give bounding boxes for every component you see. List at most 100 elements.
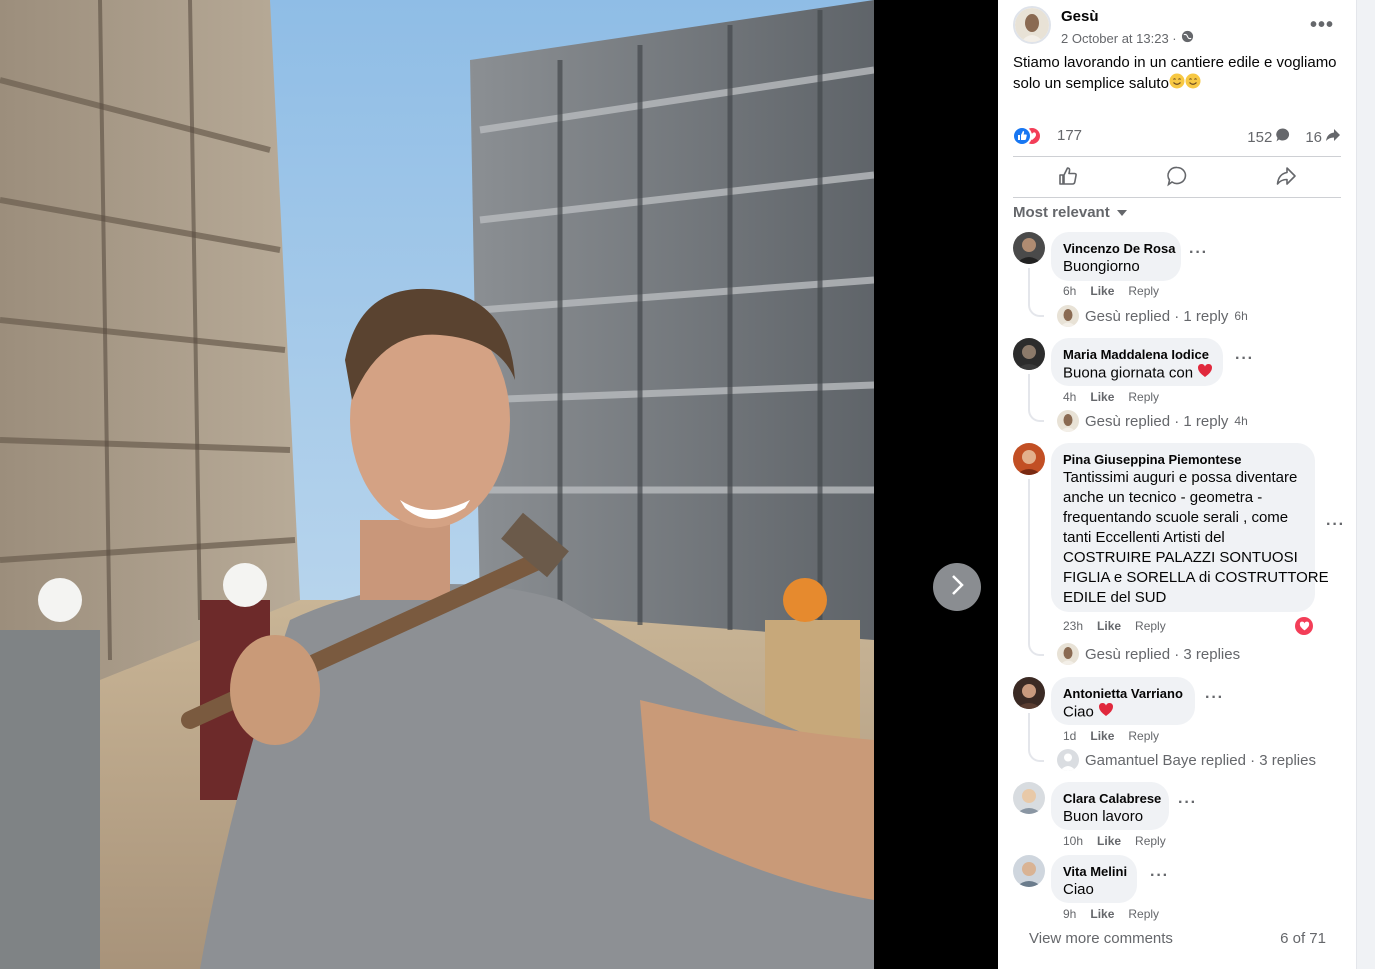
comment-like-link[interactable]: Like <box>1097 619 1121 633</box>
comment-options-button[interactable]: ··· <box>1189 244 1208 262</box>
comment-like-link[interactable]: Like <box>1097 834 1121 848</box>
comment-time[interactable]: 1d <box>1063 729 1076 743</box>
post-timestamp[interactable]: 2 October at 13:23 · <box>1061 31 1177 46</box>
comment-icon <box>1166 165 1188 192</box>
comment-options-button[interactable]: ··· <box>1326 516 1345 534</box>
comment-bubble: Antonietta Varriano Ciao <box>1051 677 1195 725</box>
commenter-avatar[interactable] <box>1013 782 1045 814</box>
thread-line <box>1028 713 1044 762</box>
comment-text-line: Tantissimi auguri e possa diventare <box>1063 469 1298 486</box>
commenter-avatar[interactable] <box>1013 677 1045 709</box>
comment-count[interactable]: 152 <box>1247 127 1291 147</box>
commenter-avatar[interactable] <box>1013 855 1045 887</box>
post-options-button[interactable]: ••• <box>1310 14 1334 37</box>
commenter-name[interactable]: Vincenzo De Rosa <box>1063 240 1175 257</box>
replier-avatar <box>1057 410 1079 432</box>
view-more-comments-link[interactable]: View more comments <box>1029 930 1173 947</box>
view-replies-link[interactable]: Gesù replied · 1 reply 6h <box>1057 305 1248 327</box>
comment-time[interactable]: 9h <box>1063 907 1076 921</box>
post-photo[interactable] <box>0 0 874 969</box>
red-heart-emoji-icon <box>1098 702 1114 723</box>
comment-time[interactable]: 23h <box>1063 619 1083 633</box>
comment-reply-link[interactable]: Reply <box>1135 619 1166 633</box>
like-button[interactable] <box>1053 163 1083 193</box>
share-count-value: 16 <box>1305 128 1322 146</box>
comment-meta: 4h Like Reply <box>1063 390 1159 404</box>
comment-text-line: FIGLIA e SORELLA di COSTRUTTORE <box>1063 569 1329 586</box>
comment-bubble: Vita Melini Ciao <box>1051 855 1137 903</box>
comment-reply-link[interactable]: Reply <box>1128 390 1159 404</box>
smiling-emoji-icon <box>1169 73 1185 95</box>
heart-reaction-icon[interactable] <box>1295 617 1313 635</box>
comment-text: Buon lavoro <box>1063 808 1144 825</box>
comment-options-button[interactable]: ··· <box>1205 689 1224 707</box>
comment-bubble: Maria Maddalena Iodice Buona giornata co… <box>1051 338 1223 386</box>
comment-sort-dropdown[interactable]: Most relevant <box>1013 204 1128 221</box>
divider <box>1013 156 1341 157</box>
comment-time[interactable]: 10h <box>1063 834 1083 848</box>
author-name[interactable]: Gesù <box>1061 8 1099 25</box>
commenter-name[interactable]: Pina Giuseppina Piemontese <box>1063 451 1303 468</box>
comment-like-link[interactable]: Like <box>1090 907 1114 921</box>
comment-text-line: tanti Eccellenti Artisti del <box>1063 529 1225 546</box>
comment-reply-link[interactable]: Reply <box>1128 907 1159 921</box>
comment-bubble: Vincenzo De Rosa Buongiorno <box>1051 232 1181 281</box>
replier-avatar <box>1057 305 1079 327</box>
comment-text-line: anche un tecnico - geometra - <box>1063 489 1263 506</box>
share-icon <box>1275 165 1297 192</box>
commenter-name[interactable]: Antonietta Varriano <box>1063 685 1183 702</box>
commenter-name[interactable]: Clara Calabrese <box>1063 790 1161 807</box>
comment-time[interactable]: 4h <box>1063 390 1076 404</box>
post-text: Stiamo lavorando in un cantiere edile e … <box>1013 53 1348 95</box>
comment-like-link[interactable]: Like <box>1090 729 1114 743</box>
thread-line <box>1028 268 1044 317</box>
commenter-avatar[interactable] <box>1013 338 1045 370</box>
comment-reply-link[interactable]: Reply <box>1128 284 1159 298</box>
view-replies-link[interactable]: Gesù replied · 1 reply 4h <box>1057 410 1248 432</box>
commenter-avatar[interactable] <box>1013 443 1045 475</box>
comment-meta: 10h Like Reply <box>1063 834 1166 848</box>
caret-down-icon <box>1116 204 1128 221</box>
divider <box>1013 197 1341 198</box>
reaction-count[interactable]: 177 <box>1057 127 1082 144</box>
comment-options-button[interactable]: ··· <box>1150 867 1169 885</box>
view-replies-link[interactable]: Gamantuel Baye replied · 3 replies <box>1057 749 1316 771</box>
thread-line <box>1028 374 1044 422</box>
post-meta: 2 October at 13:23 · <box>1061 30 1194 46</box>
comment-reply-link[interactable]: Reply <box>1135 834 1166 848</box>
comment-text-row: Buona giornata con <box>1063 363 1213 384</box>
replies-label: Gesù replied · 1 reply <box>1085 412 1229 430</box>
commenter-name[interactable]: Maria Maddalena Iodice <box>1063 346 1211 363</box>
post-side-panel: Gesù 2 October at 13:23 · ••• Stiamo lav… <box>998 0 1356 969</box>
comment-meta: 9h Like Reply <box>1063 907 1159 921</box>
commenter-avatar[interactable] <box>1013 232 1045 264</box>
comment-options-button[interactable]: ··· <box>1178 794 1197 812</box>
comment-like-link[interactable]: Like <box>1090 390 1114 404</box>
share-count[interactable]: 16 <box>1305 127 1341 147</box>
comment-meta: 1d Like Reply <box>1063 729 1159 743</box>
view-replies-link[interactable]: Gesù replied · 3 replies <box>1057 643 1240 665</box>
comment-like-link[interactable]: Like <box>1090 284 1114 298</box>
comment-options-button[interactable]: ··· <box>1235 350 1254 368</box>
post-stats: 177 152 16 <box>1012 124 1343 147</box>
globe-icon <box>1181 30 1194 46</box>
comment-text-line: frequentando scuole serali , come <box>1063 509 1289 526</box>
sort-label: Most relevant <box>1013 204 1110 221</box>
comment-time[interactable]: 6h <box>1063 284 1076 298</box>
author-avatar[interactable] <box>1013 6 1051 44</box>
commenter-name[interactable]: Vita Melini <box>1063 863 1127 880</box>
comment-button[interactable] <box>1162 163 1192 193</box>
share-button[interactable] <box>1271 163 1301 193</box>
share-arrow-icon <box>1325 127 1341 147</box>
comment-bubble: Pina Giuseppina Piemontese Tantissimi au… <box>1051 443 1329 612</box>
replies-time: 6h <box>1234 309 1248 323</box>
scrollbar[interactable] <box>1356 0 1375 969</box>
photo-viewer <box>0 0 998 969</box>
replies-label: Gamantuel Baye replied · 3 replies <box>1085 751 1316 769</box>
red-heart-emoji-icon <box>1197 363 1213 384</box>
comment-text: Buongiorno <box>1063 258 1140 275</box>
thumbs-up-icon <box>1057 165 1079 192</box>
next-photo-button[interactable] <box>933 563 981 611</box>
comment-reply-link[interactable]: Reply <box>1128 729 1159 743</box>
reaction-icons[interactable] <box>1012 126 1051 150</box>
